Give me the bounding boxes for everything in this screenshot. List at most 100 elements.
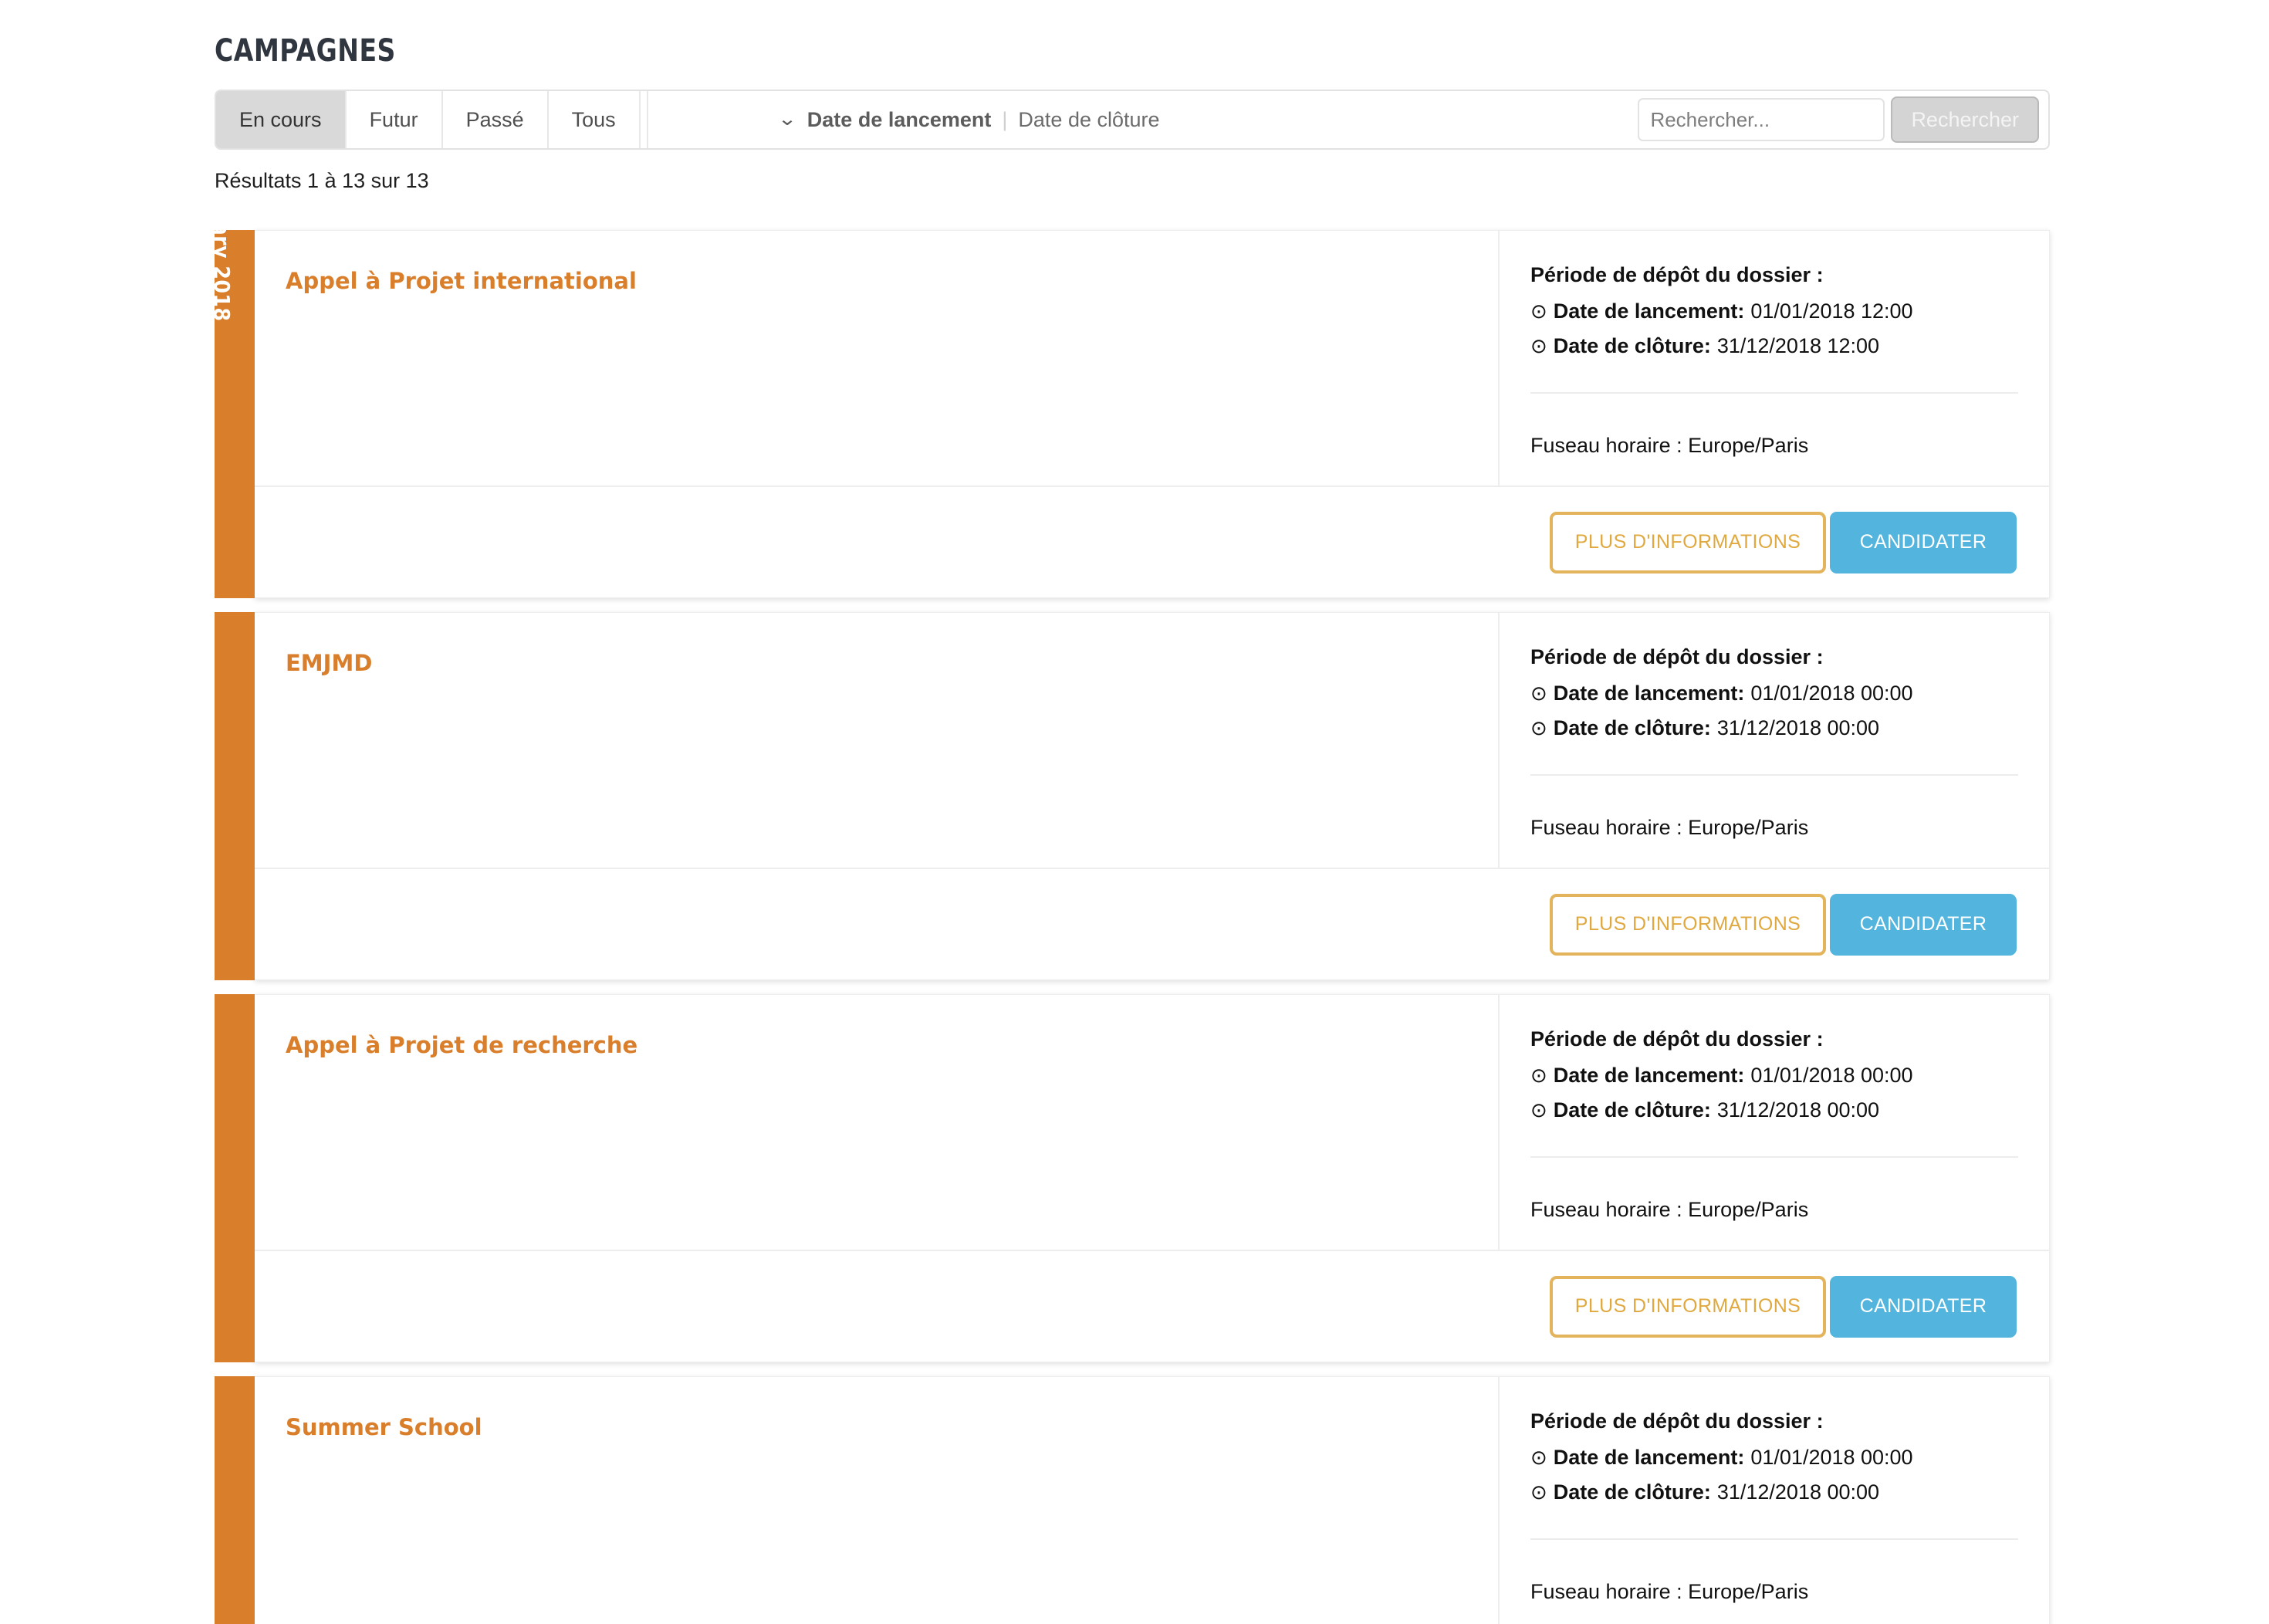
launch-date-row: ⊙ Date de lancement: 01/01/2018 00:00 bbox=[1530, 1064, 2018, 1088]
period-heading: Période de dépôt du dossier : bbox=[1530, 263, 1824, 286]
month-strip bbox=[215, 612, 255, 980]
sort-by-close-date[interactable]: Date de clôture bbox=[1018, 108, 1159, 132]
divider bbox=[1530, 1538, 2018, 1540]
divider bbox=[1530, 392, 2018, 394]
page-content: CAMPAGNES En cours Futur Passé Tous ⌄ Da… bbox=[215, 0, 2050, 1624]
card-dates: Période de dépôt du dossier : ⊙ Date de … bbox=[1500, 1377, 2049, 1624]
clock-icon: ⊙ bbox=[1530, 1480, 1547, 1504]
search-area: Rechercher bbox=[1638, 91, 2048, 148]
sort-separator: | bbox=[1002, 107, 1008, 131]
filter-tabs: En cours Futur Passé Tous bbox=[216, 91, 641, 148]
clock-icon: ⊙ bbox=[1530, 1446, 1547, 1469]
launch-date-value: 01/01/2018 00:00 bbox=[1750, 682, 1913, 705]
list-item: January 2018 Appel à Projet internationa… bbox=[215, 230, 2050, 598]
campaigns-page: CAMPAGNES En cours Futur Passé Tous ⌄ Da… bbox=[0, 0, 2269, 1624]
period-heading: Période de dépôt du dossier : bbox=[1530, 1027, 1824, 1051]
close-date-row: ⊙ Date de clôture: 31/12/2018 00:00 bbox=[1530, 716, 2018, 740]
toolbar-divider bbox=[641, 91, 648, 148]
clock-icon: ⊙ bbox=[1530, 1098, 1547, 1122]
close-date-value: 31/12/2018 00:00 bbox=[1716, 716, 1880, 739]
card-body: Appel à Projet international Période de … bbox=[255, 231, 2049, 486]
card-body: Summer School Période de dépôt du dossie… bbox=[255, 1377, 2049, 1624]
card-dates: Période de dépôt du dossier : ⊙ Date de … bbox=[1500, 231, 2049, 486]
card-dates: Période de dépôt du dossier : ⊙ Date de … bbox=[1500, 613, 2049, 868]
close-date-row: ⊙ Date de clôture: 31/12/2018 00:00 bbox=[1530, 1480, 2018, 1504]
period-heading: Période de dépôt du dossier : bbox=[1530, 1409, 1824, 1433]
campaign-list: January 2018 Appel à Projet internationa… bbox=[215, 230, 2050, 1624]
search-button[interactable]: Rechercher bbox=[1891, 96, 2039, 143]
month-strip bbox=[215, 1376, 255, 1624]
timezone: Fuseau horaire : Europe/Paris bbox=[1530, 816, 1809, 839]
card-main: Appel à Projet international bbox=[255, 231, 1500, 486]
clock-icon: ⊙ bbox=[1530, 299, 1547, 323]
tab-en-cours[interactable]: En cours bbox=[216, 91, 347, 148]
search-input[interactable] bbox=[1638, 98, 1885, 141]
period-heading: Période de dépôt du dossier : bbox=[1530, 645, 1824, 668]
apply-button[interactable]: CANDIDATER bbox=[1830, 1275, 2017, 1338]
timezone: Fuseau horaire : Europe/Paris bbox=[1530, 1580, 1809, 1603]
card-body: EMJMD Période de dépôt du dossier : ⊙ Da… bbox=[255, 613, 2049, 868]
campaign-title[interactable]: Appel à Projet de recherche bbox=[286, 1032, 1467, 1059]
more-info-button[interactable]: PLUS D'INFORMATIONS bbox=[1550, 1275, 1826, 1338]
month-strip bbox=[215, 994, 255, 1362]
apply-button[interactable]: CANDIDATER bbox=[1830, 893, 2017, 956]
campaign-card: EMJMD Période de dépôt du dossier : ⊙ Da… bbox=[255, 612, 2050, 980]
clock-icon: ⊙ bbox=[1530, 1064, 1547, 1087]
chevron-down-icon[interactable]: ⌄ bbox=[777, 110, 796, 129]
divider bbox=[1530, 1156, 2018, 1158]
more-info-button[interactable]: PLUS D'INFORMATIONS bbox=[1550, 893, 1826, 956]
card-footer: PLUS D'INFORMATIONS CANDIDATER bbox=[255, 868, 2049, 979]
card-footer: PLUS D'INFORMATIONS CANDIDATER bbox=[255, 1250, 2049, 1362]
month-strip: January 2018 bbox=[215, 230, 255, 598]
divider bbox=[1530, 774, 2018, 776]
close-date-row: ⊙ Date de clôture: 31/12/2018 00:00 bbox=[1530, 1098, 2018, 1122]
month-label: January 2018 bbox=[215, 230, 235, 322]
launch-date-label: Date de lancement: bbox=[1553, 299, 1745, 323]
timezone: Fuseau horaire : Europe/Paris bbox=[1530, 1198, 1809, 1221]
filter-toolbar: En cours Futur Passé Tous ⌄ Date de lanc… bbox=[215, 90, 2050, 150]
card-body: Appel à Projet de recherche Période de d… bbox=[255, 995, 2049, 1250]
results-count: Résultats 1 à 13 sur 13 bbox=[215, 169, 429, 192]
clock-icon: ⊙ bbox=[1530, 334, 1547, 357]
campaign-card: Appel à Projet international Période de … bbox=[255, 230, 2050, 598]
launch-date-label: Date de lancement: bbox=[1553, 1064, 1745, 1087]
card-main: EMJMD bbox=[255, 613, 1500, 868]
launch-date-row: ⊙ Date de lancement: 01/01/2018 00:00 bbox=[1530, 1446, 2018, 1470]
list-item: Appel à Projet de recherche Période de d… bbox=[215, 994, 2050, 1362]
launch-date-row: ⊙ Date de lancement: 01/01/2018 00:00 bbox=[1530, 682, 2018, 705]
launch-date-label: Date de lancement: bbox=[1553, 1446, 1745, 1469]
close-date-value: 31/12/2018 12:00 bbox=[1716, 334, 1880, 357]
campaign-title[interactable]: Appel à Projet international bbox=[286, 268, 1467, 295]
close-date-value: 31/12/2018 00:00 bbox=[1716, 1480, 1880, 1504]
launch-date-label: Date de lancement: bbox=[1553, 682, 1745, 705]
page-title: CAMPAGNES bbox=[215, 33, 396, 69]
tab-futur[interactable]: Futur bbox=[346, 91, 443, 148]
launch-date-value: 01/01/2018 00:00 bbox=[1750, 1064, 1913, 1087]
card-main: Appel à Projet de recherche bbox=[255, 995, 1500, 1250]
close-date-label: Date de clôture: bbox=[1553, 716, 1711, 739]
launch-date-row: ⊙ Date de lancement: 01/01/2018 12:00 bbox=[1530, 299, 2018, 323]
timezone: Fuseau horaire : Europe/Paris bbox=[1530, 434, 1809, 457]
close-date-label: Date de clôture: bbox=[1553, 1098, 1711, 1122]
tab-passe[interactable]: Passé bbox=[442, 91, 549, 148]
more-info-button[interactable]: PLUS D'INFORMATIONS bbox=[1550, 511, 1826, 573]
close-date-value: 31/12/2018 00:00 bbox=[1716, 1098, 1880, 1122]
launch-date-value: 01/01/2018 12:00 bbox=[1750, 299, 1913, 323]
list-item: EMJMD Période de dépôt du dossier : ⊙ Da… bbox=[215, 612, 2050, 980]
launch-date-value: 01/01/2018 00:00 bbox=[1750, 1446, 1913, 1469]
clock-icon: ⊙ bbox=[1530, 682, 1547, 705]
sort-by-launch-date[interactable]: Date de lancement bbox=[807, 108, 992, 132]
campaign-card: Appel à Projet de recherche Période de d… bbox=[255, 994, 2050, 1362]
card-dates: Période de dépôt du dossier : ⊙ Date de … bbox=[1500, 995, 2049, 1250]
clock-icon: ⊙ bbox=[1530, 716, 1547, 739]
campaign-title[interactable]: EMJMD bbox=[286, 650, 1467, 677]
close-date-label: Date de clôture: bbox=[1553, 334, 1711, 357]
campaign-title[interactable]: Summer School bbox=[286, 1414, 1467, 1441]
campaign-card: Summer School Période de dépôt du dossie… bbox=[255, 1376, 2050, 1624]
sort-controls: ⌄ Date de lancement | Date de clôture bbox=[648, 91, 1638, 148]
list-item: Summer School Période de dépôt du dossie… bbox=[215, 1376, 2050, 1624]
tab-tous[interactable]: Tous bbox=[548, 91, 641, 148]
card-footer: PLUS D'INFORMATIONS CANDIDATER bbox=[255, 486, 2049, 597]
close-date-row: ⊙ Date de clôture: 31/12/2018 12:00 bbox=[1530, 334, 2018, 358]
apply-button[interactable]: CANDIDATER bbox=[1830, 511, 2017, 573]
